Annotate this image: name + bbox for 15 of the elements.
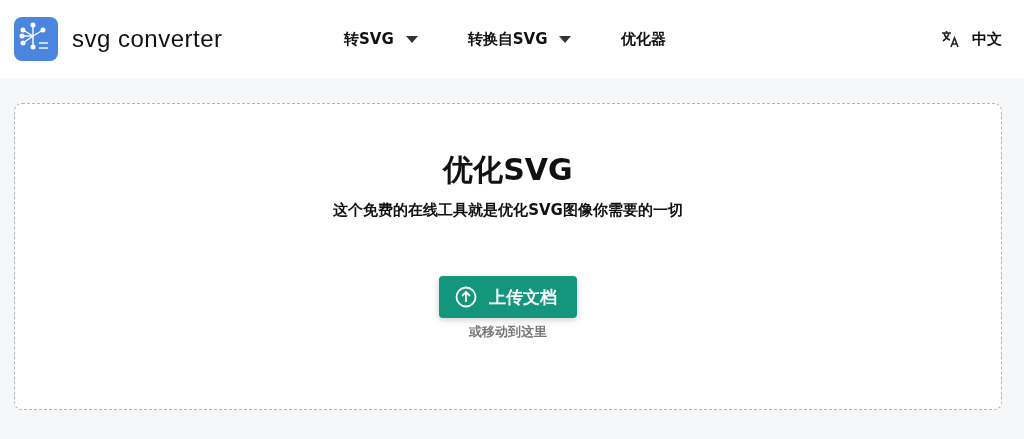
site-name[interactable]: svg converter bbox=[72, 25, 223, 53]
caret-icon bbox=[405, 35, 418, 43]
translate-icon[interactable] bbox=[940, 29, 960, 49]
nav-dropdown[interactable]: 转换自SVG bbox=[467, 29, 572, 49]
caret-icon bbox=[559, 35, 572, 43]
drop-hint: 或移动到这里 bbox=[469, 323, 547, 341]
logo-icon[interactable] bbox=[14, 17, 58, 61]
upload-button[interactable]: 上传文档 bbox=[439, 276, 577, 318]
page-title: 优化SVG bbox=[443, 151, 573, 189]
language-selector[interactable]: 中文 bbox=[972, 29, 1002, 49]
nav-dropdown[interactable]: 转SVG bbox=[344, 29, 418, 49]
drop-zone[interactable]: 优化SVG 这个免费的在线工具就是优化SVG图像你需要的一切 上传文档 或移动到这里 bbox=[14, 103, 1002, 410]
upload-icon bbox=[455, 286, 477, 308]
nav-link[interactable]: 优化器 bbox=[621, 29, 667, 49]
page-subtitle: 这个免费的在线工具就是优化SVG图像你需要的一切 bbox=[333, 201, 683, 220]
